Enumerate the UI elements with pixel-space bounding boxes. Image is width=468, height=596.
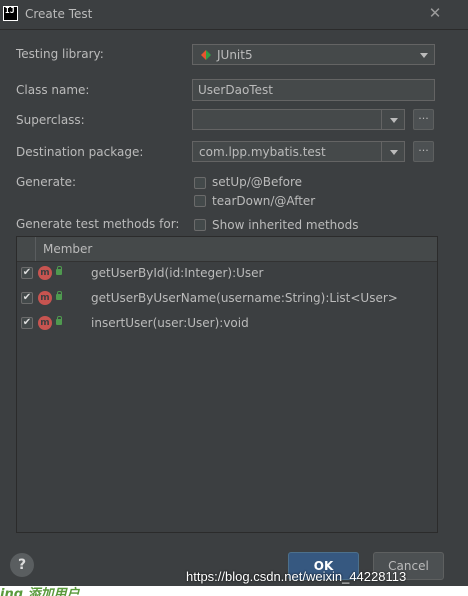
- show-inherited-checkbox[interactable]: [194, 219, 206, 231]
- class-name-label: Class name:: [16, 83, 90, 97]
- generate-label: Generate:: [16, 175, 77, 189]
- column-separator: [35, 237, 36, 261]
- destination-package-value: com.lpp.mybatis.test: [199, 145, 326, 159]
- method-signature: getUserById(id:Integer):User: [91, 266, 264, 280]
- teardown-checkbox[interactable]: [194, 195, 206, 207]
- superclass-label: Superclass:: [16, 113, 85, 127]
- underlay-text: ing 添加用户: [0, 587, 80, 596]
- row-checkbox[interactable]: ✔: [21, 292, 33, 304]
- chevron-down-icon: [390, 150, 398, 155]
- table-row[interactable]: ✔ m getUserById(id:Integer):User: [17, 261, 437, 286]
- superclass-combo[interactable]: [192, 109, 405, 130]
- intellij-icon: IJ: [3, 6, 18, 21]
- table-header: Member: [17, 237, 437, 262]
- public-lock-icon: [56, 266, 62, 275]
- method-icon: m: [38, 316, 52, 330]
- testing-library-combo[interactable]: JUnit5: [192, 44, 435, 65]
- dialog-title: Create Test: [25, 7, 93, 21]
- destination-package-label: Destination package:: [16, 145, 144, 159]
- setup-checkbox[interactable]: [194, 177, 206, 189]
- destination-package-browse-button[interactable]: ...: [413, 141, 434, 162]
- row-checkbox[interactable]: ✔: [21, 267, 33, 279]
- chevron-down-icon: [390, 118, 398, 123]
- public-lock-icon: [56, 316, 62, 325]
- underlay-strip: ing 添加用户: [0, 586, 468, 596]
- method-icon: m: [38, 266, 52, 280]
- method-signature: getUserByUserName(username:String):List<…: [91, 291, 398, 305]
- chevron-down-icon: [420, 53, 428, 58]
- testing-library-value: JUnit5: [217, 48, 253, 62]
- table-row[interactable]: ✔ m getUserByUserName(username:String):L…: [17, 286, 437, 311]
- generate-methods-label: Generate test methods for:: [16, 217, 180, 231]
- testing-library-label: Testing library:: [16, 47, 104, 61]
- public-lock-icon: [56, 291, 62, 300]
- row-checkbox[interactable]: ✔: [21, 317, 33, 329]
- teardown-label[interactable]: tearDown/@After: [212, 194, 315, 208]
- setup-label[interactable]: setUp/@Before: [212, 175, 302, 189]
- method-icon: m: [38, 291, 52, 305]
- destination-package-combo[interactable]: com.lpp.mybatis.test: [192, 141, 405, 162]
- title-bar: IJ Create Test ✕: [0, 0, 468, 30]
- superclass-browse-button[interactable]: ...: [413, 109, 434, 130]
- help-button[interactable]: ?: [10, 553, 34, 577]
- show-inherited-label[interactable]: Show inherited methods: [212, 218, 359, 232]
- table-row[interactable]: ✔ m insertUser(user:User):void: [17, 311, 437, 336]
- class-name-value: UserDaoTest: [198, 83, 273, 97]
- close-icon[interactable]: ✕: [426, 4, 444, 22]
- member-column-header: Member: [43, 242, 93, 256]
- combo-separator: [381, 110, 382, 129]
- method-signature: insertUser(user:User):void: [91, 316, 249, 330]
- junit-icon: [201, 50, 211, 60]
- watermark-text: https://blog.csdn.net/weixin_44228113: [186, 569, 407, 584]
- combo-separator: [381, 142, 382, 161]
- member-table[interactable]: Member ✔ m getUserById(id:Integer):User …: [16, 236, 438, 533]
- class-name-field[interactable]: UserDaoTest: [192, 79, 435, 101]
